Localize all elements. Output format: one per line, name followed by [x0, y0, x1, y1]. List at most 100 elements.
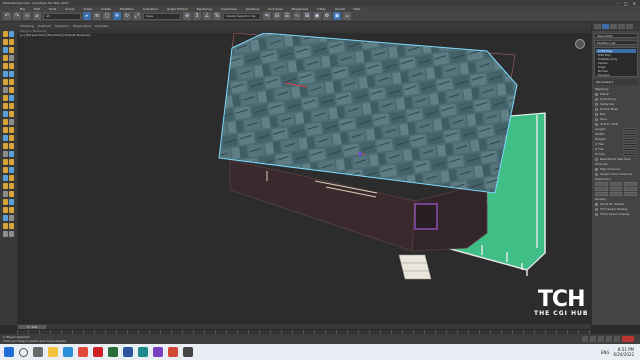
- ribbon-tab-object-paint[interactable]: Object Paint: [73, 24, 91, 28]
- ribbon-tab-freeform[interactable]: Freeform: [38, 24, 51, 28]
- v-tile-field[interactable]: V Tile:: [595, 147, 637, 151]
- file-explorer-icon[interactable]: [48, 347, 58, 357]
- menu-animation[interactable]: Animation: [143, 7, 158, 11]
- mirror-icon[interactable]: ⇋: [263, 12, 271, 20]
- menu-edit[interactable]: Edit: [34, 7, 40, 11]
- align-button[interactable]: [609, 182, 623, 186]
- mapping-face[interactable]: Face: [595, 117, 637, 121]
- pivot-icon[interactable]: ⊕: [183, 12, 191, 20]
- go-to-start-icon[interactable]: [582, 336, 588, 342]
- redo-icon[interactable]: ↷: [13, 12, 21, 20]
- curve-editor-icon[interactable]: ∿: [293, 12, 301, 20]
- tool-row[interactable]: [2, 191, 15, 197]
- angle-snap-icon[interactable]: ∠: [203, 12, 211, 20]
- select-and-scale-icon[interactable]: ⤢: [133, 12, 141, 20]
- tool-row[interactable]: [2, 183, 15, 189]
- menu-graph-editors[interactable]: Graph Editors: [167, 7, 188, 11]
- align-button[interactable]: [595, 192, 608, 196]
- object-name-field[interactable]: Object009: [594, 33, 638, 38]
- language-indicator[interactable]: ENG: [601, 350, 610, 355]
- menu-views[interactable]: Views: [83, 7, 92, 11]
- mapping-shrink-wrap[interactable]: Shrink Wrap: [595, 107, 637, 111]
- tool-row[interactable]: [2, 223, 15, 229]
- perspective-viewport[interactable]: [+] [Perspective] [Standard] [Default Sh…: [17, 33, 591, 323]
- menu-customize[interactable]: Customize: [221, 7, 237, 11]
- mapping-xyz-to-uvw[interactable]: XYZ to UVW: [595, 122, 637, 126]
- render-setup-icon[interactable]: ⚙: [323, 12, 331, 20]
- ribbon-tab-populate[interactable]: Populate: [95, 24, 108, 28]
- align-button[interactable]: [609, 187, 623, 191]
- select-object-icon[interactable]: ▸: [83, 12, 91, 20]
- go-to-end-icon[interactable]: [614, 336, 620, 342]
- real-world-checkbox[interactable]: Real-World Map Size: [595, 157, 637, 161]
- menu-file[interactable]: File: [20, 7, 25, 11]
- tool-row[interactable]: [2, 143, 15, 149]
- hierarchy-tab-icon[interactable]: [610, 24, 617, 29]
- ribbon-tab-selection[interactable]: Selection: [55, 24, 69, 28]
- tool-row[interactable]: [2, 39, 15, 45]
- motion-tab-icon[interactable]: [618, 24, 625, 29]
- tool-row[interactable]: [2, 31, 15, 37]
- menu-tools[interactable]: Tools: [49, 7, 56, 11]
- parameters-rollout[interactable]: Parameters: [594, 79, 638, 85]
- layer-explorer-icon[interactable]: ☰: [283, 12, 291, 20]
- modifier-list-dropdown[interactable]: Modifier List: [594, 40, 638, 45]
- app-icon[interactable]: [168, 347, 178, 357]
- minimize-button[interactable]: –: [617, 1, 619, 6]
- edge-icon[interactable]: [63, 347, 73, 357]
- acrobat-icon[interactable]: [93, 347, 103, 357]
- app-icon[interactable]: [183, 347, 193, 357]
- mapping-cylindrical[interactable]: Cylindrical: [595, 97, 637, 101]
- close-button[interactable]: ✕: [633, 1, 636, 6]
- mapping-box[interactable]: Box: [595, 112, 637, 116]
- tool-row[interactable]: [2, 231, 15, 237]
- schematic-view-icon[interactable]: ⊞: [303, 12, 311, 20]
- align-button[interactable]: [595, 182, 608, 186]
- menu-rendering[interactable]: Rendering: [197, 7, 212, 11]
- selection-filter-dropdown[interactable]: All: [43, 12, 81, 20]
- tool-row[interactable]: [2, 103, 15, 109]
- thin-seam-radio[interactable]: Thin Seam Display: [595, 207, 637, 211]
- vertex-color-radio[interactable]: Vertex Color Channel: [595, 172, 637, 176]
- tool-row[interactable]: [2, 159, 15, 165]
- map-channel-radio[interactable]: Map Channel:: [595, 167, 637, 171]
- named-selection-sets[interactable]: Create Selection Se: [223, 12, 261, 20]
- tool-row[interactable]: [2, 167, 15, 173]
- auto-key-button[interactable]: [622, 336, 634, 342]
- display-tab-icon[interactable]: [626, 24, 633, 29]
- snap-toggle-icon[interactable]: 3: [193, 12, 201, 20]
- clock[interactable]: 8:51 PM 6/24/2022: [613, 347, 634, 357]
- align-button[interactable]: [609, 192, 623, 196]
- tool-row[interactable]: [2, 119, 15, 125]
- previous-frame-icon[interactable]: [590, 336, 596, 342]
- windows-start-icon[interactable]: [4, 347, 14, 357]
- modify-tab-icon[interactable]: [602, 24, 609, 29]
- percent-snap-icon[interactable]: %: [213, 12, 221, 20]
- tool-row[interactable]: [2, 135, 15, 141]
- tool-row[interactable]: [2, 63, 15, 69]
- menu-vray[interactable]: V-Ray: [317, 7, 326, 11]
- chrome-icon[interactable]: [78, 347, 88, 357]
- length-field[interactable]: Length:: [595, 127, 637, 131]
- tool-row[interactable]: [2, 215, 15, 221]
- width-field[interactable]: Width:: [595, 132, 637, 136]
- select-and-move-icon[interactable]: ✥: [113, 12, 121, 20]
- render-icon[interactable]: ☕: [343, 12, 351, 20]
- search-icon[interactable]: [19, 347, 28, 357]
- create-tab-icon[interactable]: [594, 24, 601, 29]
- mapping-spherical[interactable]: Spherical: [595, 102, 637, 106]
- word-icon[interactable]: [123, 347, 133, 357]
- unlink-icon[interactable]: ⌀: [33, 12, 41, 20]
- play-icon[interactable]: [598, 336, 604, 342]
- undo-icon[interactable]: ↶: [3, 12, 11, 20]
- render-frame-icon[interactable]: ▣: [333, 12, 341, 20]
- excel-icon[interactable]: [108, 347, 118, 357]
- menu-modifiers[interactable]: Modifiers: [120, 7, 134, 11]
- tool-row[interactable]: [2, 71, 15, 77]
- view-dropdown[interactable]: View: [143, 12, 181, 20]
- menu-civil-view[interactable]: Civil View: [268, 7, 282, 11]
- tool-row[interactable]: [2, 55, 15, 61]
- menu-group[interactable]: Group: [65, 7, 74, 11]
- select-by-name-icon[interactable]: ≡: [93, 12, 101, 20]
- align-button[interactable]: [624, 187, 638, 191]
